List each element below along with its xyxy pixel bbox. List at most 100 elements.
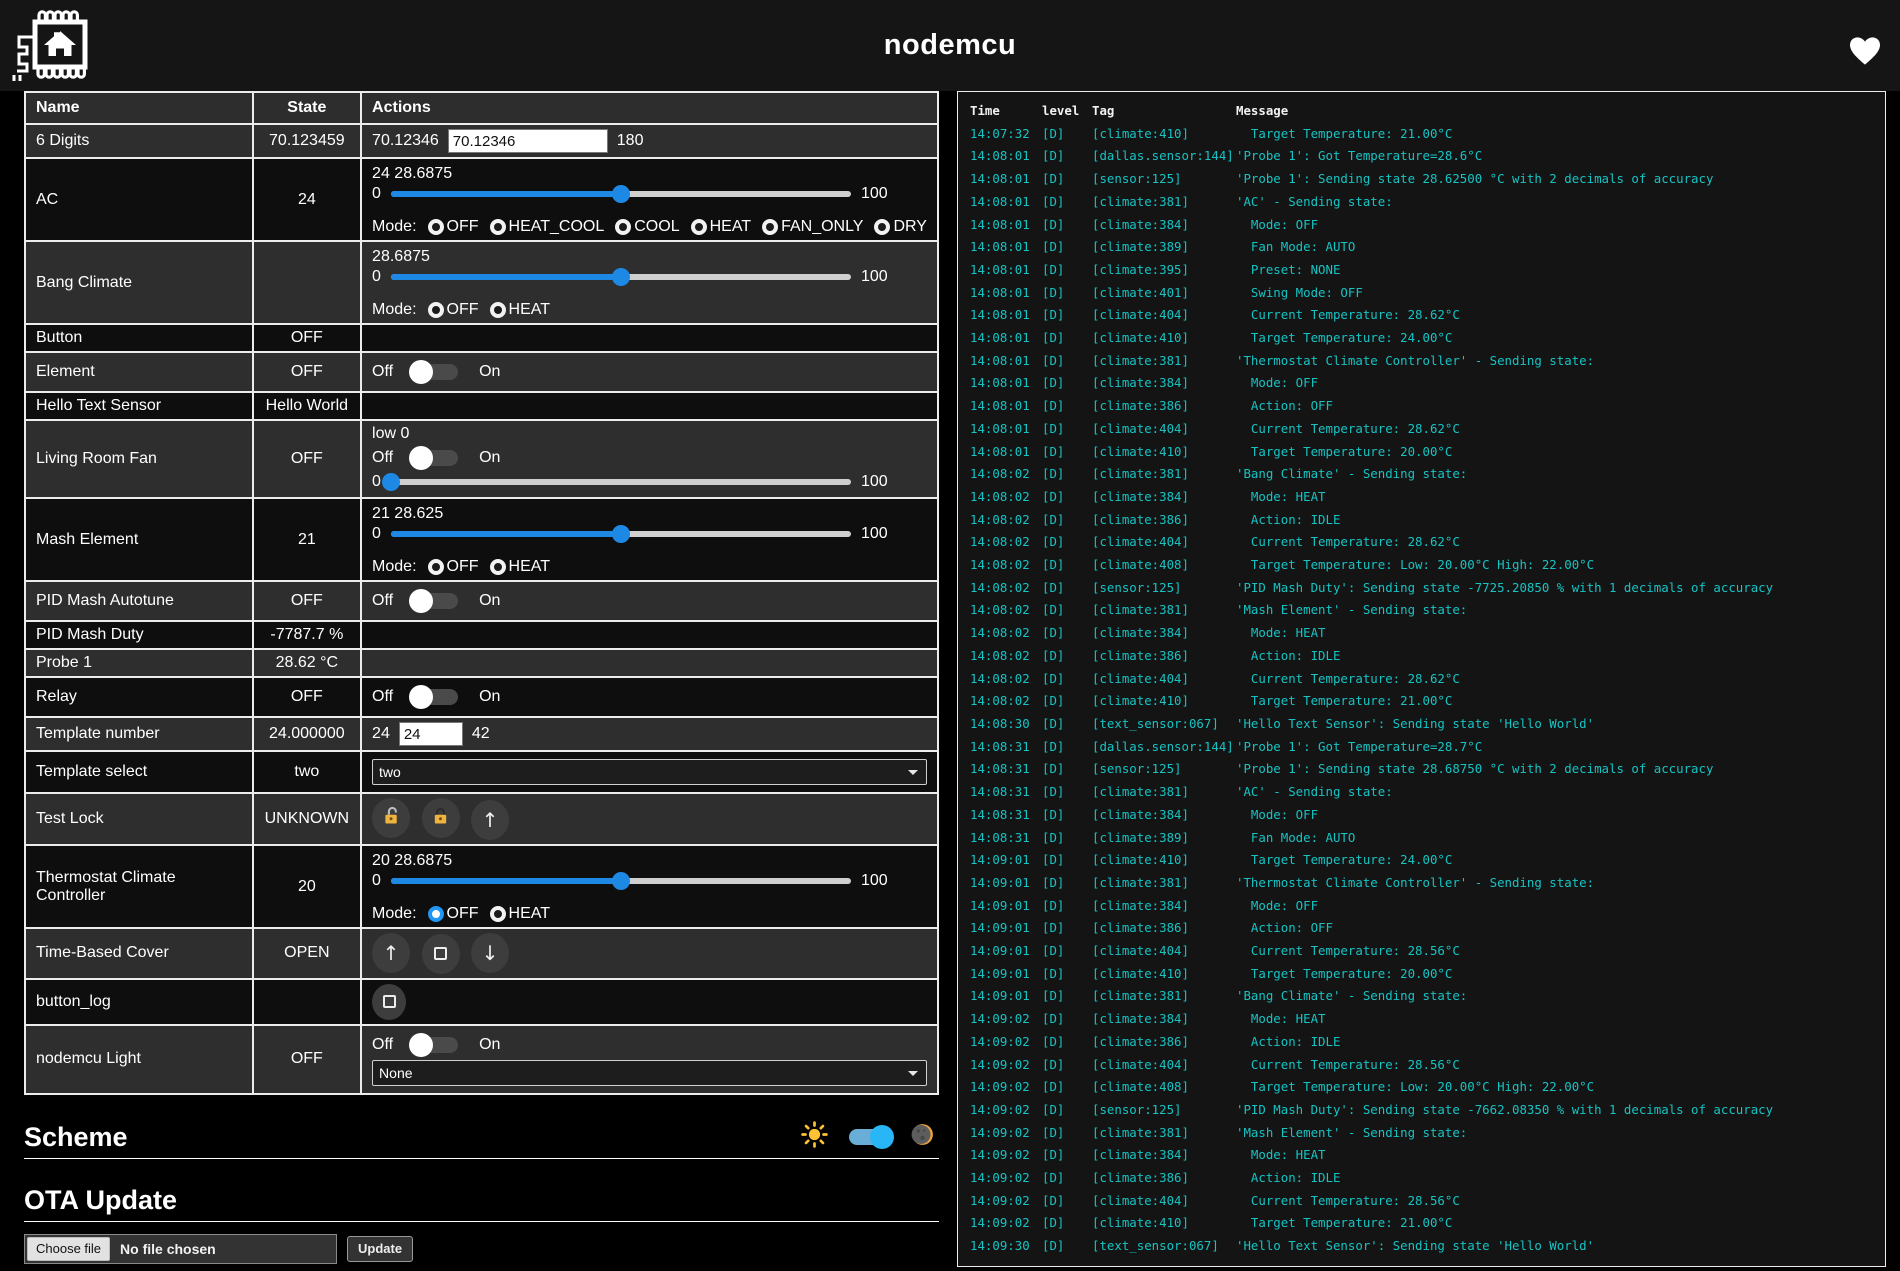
log-row: 14:09:02[D][climate:404] Current Tempera… <box>970 1054 1879 1077</box>
ota-section-header: OTA Update <box>24 1185 939 1222</box>
log-row: 14:09:02[D][climate:404] Current Tempera… <box>970 1190 1879 1213</box>
pid-mash-autotune-toggle-switch[interactable] <box>409 589 463 613</box>
log-tag: [climate:404] <box>1092 304 1236 327</box>
log-tag: [climate:381] <box>1092 985 1236 1008</box>
log-level: [D] <box>1042 781 1092 804</box>
mash-element-temperature-slider[interactable] <box>391 525 851 543</box>
bang-climate-temperature-slider[interactable] <box>391 268 851 286</box>
log-row: 14:08:02[D][sensor:125]'PID Mash Duty': … <box>970 577 1879 600</box>
log-level: [D] <box>1042 282 1092 305</box>
log-column-level: level <box>1042 100 1092 123</box>
log-tag: [climate:389] <box>1092 827 1236 850</box>
number-min-label: 70.12346 <box>372 132 439 150</box>
log-level: [D] <box>1042 985 1092 1008</box>
ac-mode-heat-cool-radio[interactable] <box>490 219 506 235</box>
entity-state: 70.123459 <box>253 124 361 158</box>
six-digits-number-input[interactable] <box>448 129 608 153</box>
template-select-dropdown[interactable]: two <box>372 759 927 785</box>
log-time: 14:08:02 <box>970 645 1042 668</box>
firmware-file-input[interactable]: Choose file No file chosen <box>24 1234 337 1264</box>
lock-open-button[interactable]: ↑ <box>471 800 509 840</box>
log-time: 14:08:01 <box>970 418 1042 441</box>
log-tag: [climate:386] <box>1092 917 1236 940</box>
log-tag: [climate:408] <box>1092 1076 1236 1099</box>
ac-mode-dry-radio[interactable] <box>874 219 890 235</box>
living-room-fan-speed-slider[interactable] <box>391 473 851 491</box>
log-time: 14:09:02 <box>970 1076 1042 1099</box>
log-time: 14:08:02 <box>970 554 1042 577</box>
entity-state: OFF <box>253 324 361 352</box>
entity-name: Hello Text Sensor <box>25 392 253 420</box>
unlock-button[interactable] <box>372 798 410 838</box>
log-tag: [climate:384] <box>1092 486 1236 509</box>
log-time: 14:08:02 <box>970 509 1042 532</box>
log-time: 14:09:02 <box>970 1190 1042 1213</box>
log-row: 14:09:02[D][climate:408] Target Temperat… <box>970 1076 1879 1099</box>
dark-scheme-toggle-switch[interactable] <box>844 1125 894 1149</box>
thermostat-temperature-slider[interactable] <box>391 872 851 890</box>
ac-mode-fan-only-radio[interactable] <box>762 219 778 235</box>
toggle-on-label: On <box>479 688 500 706</box>
cover-stop-button[interactable] <box>422 934 460 974</box>
log-row: 14:09:30[D][text_sensor:067]'Hello Text … <box>970 1235 1879 1258</box>
ac-mode-off-radio[interactable] <box>428 219 444 235</box>
log-level: [D] <box>1042 668 1092 691</box>
log-message: Preset: NONE <box>1236 259 1879 282</box>
element-toggle-switch[interactable] <box>409 360 463 384</box>
button-log-press-button[interactable] <box>372 984 406 1020</box>
entity-state: OFF <box>253 581 361 621</box>
mash-mode-heat-radio[interactable] <box>490 559 506 575</box>
bang-mode-off-radio[interactable] <box>428 302 444 318</box>
log-tag: [sensor:125] <box>1092 577 1236 600</box>
slider-knob[interactable] <box>382 473 400 491</box>
log-level: [D] <box>1042 1144 1092 1167</box>
relay-toggle-switch[interactable] <box>409 685 463 709</box>
log-message: Mode: HEAT <box>1236 486 1879 509</box>
choose-file-button[interactable]: Choose file <box>27 1237 110 1261</box>
update-button[interactable]: Update <box>347 1236 413 1262</box>
log-tag: [climate:384] <box>1092 372 1236 395</box>
living-room-fan-toggle-switch[interactable] <box>409 446 463 470</box>
log-tag: [climate:381] <box>1092 191 1236 214</box>
slider-knob[interactable] <box>612 268 630 286</box>
table-row: Probe 1 28.62 °C <box>25 649 938 677</box>
log-column-time: Time <box>970 100 1042 123</box>
bang-mode-heat-radio[interactable] <box>490 302 506 318</box>
mode-label: Mode: <box>372 905 416 923</box>
log-row: 14:08:01[D][climate:389] Fan Mode: AUTO <box>970 236 1879 259</box>
mode-label: Mode: <box>372 301 416 319</box>
slider-knob[interactable] <box>612 525 630 543</box>
entity-name: Test Lock <box>25 793 253 845</box>
slider-knob[interactable] <box>612 872 630 890</box>
mash-mode-off-radio[interactable] <box>428 559 444 575</box>
ac-temperature-slider[interactable] <box>391 185 851 203</box>
log-time: 14:09:01 <box>970 940 1042 963</box>
log-time: 14:08:01 <box>970 395 1042 418</box>
cover-open-button[interactable]: ↑ <box>372 933 410 973</box>
log-row: 14:08:31[D][climate:381]'AC' - Sending s… <box>970 781 1879 804</box>
log-time: 14:09:01 <box>970 849 1042 872</box>
arrow-down-icon: ↓ <box>482 941 499 965</box>
table-row: PID Mash Duty -7787.7 % <box>25 621 938 649</box>
thermostat-mode-heat-radio[interactable] <box>490 906 506 922</box>
template-number-input[interactable] <box>399 722 463 746</box>
log-row: 14:08:01[D][climate:381]'AC' - Sending s… <box>970 191 1879 214</box>
lock-button[interactable] <box>422 798 460 838</box>
thermostat-mode-off-radio[interactable] <box>428 906 444 922</box>
log-message: 'AC' - Sending state: <box>1236 781 1879 804</box>
ac-mode-heat-radio[interactable] <box>691 219 707 235</box>
light-effect-dropdown[interactable]: None <box>372 1060 927 1086</box>
log-message: Current Temperature: 28.62°C <box>1236 304 1879 327</box>
arrow-up-icon: ↑ <box>383 941 400 965</box>
log-message: 'PID Mash Duty': Sending state -7662.083… <box>1236 1099 1879 1122</box>
nodemcu-light-toggle-switch[interactable] <box>409 1033 463 1057</box>
log-message: Action: OFF <box>1236 395 1879 418</box>
ac-mode-cool-radio[interactable] <box>615 219 631 235</box>
cover-close-button[interactable]: ↓ <box>471 933 509 973</box>
log-message: Current Temperature: 28.62°C <box>1236 531 1879 554</box>
log-row: 14:09:01[D][climate:410] Target Temperat… <box>970 849 1879 872</box>
slider-knob[interactable] <box>612 185 630 203</box>
log-level: [D] <box>1042 1212 1092 1235</box>
table-row: Element OFF Off On <box>25 352 938 392</box>
toggle-on-label: On <box>479 1036 500 1054</box>
